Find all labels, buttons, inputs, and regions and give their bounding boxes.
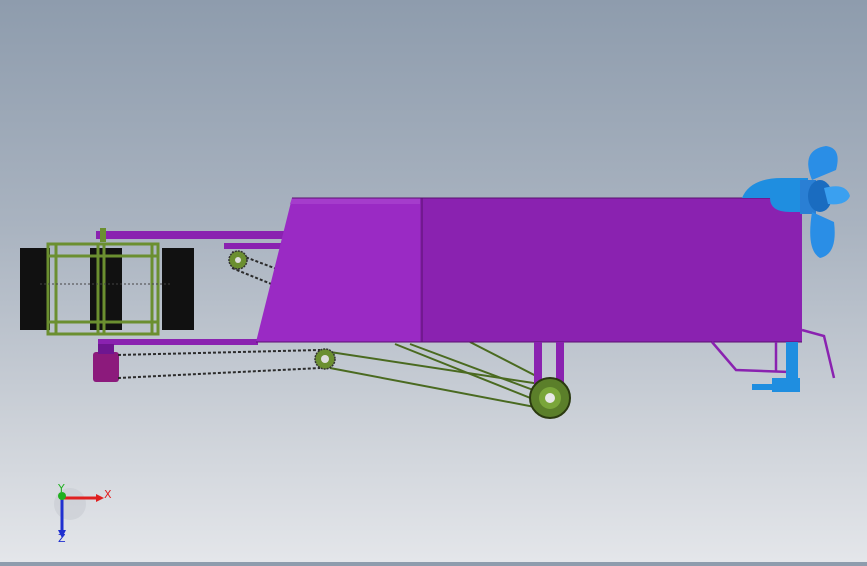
upper-arm[interactable] <box>96 228 288 249</box>
hull-front-section[interactable] <box>256 198 424 342</box>
rear-pulley-assembly[interactable] <box>529 342 571 419</box>
coordinate-triad: X Y Z <box>54 482 112 545</box>
lower-arm[interactable] <box>98 339 258 345</box>
paddle-wheel-assembly[interactable] <box>20 242 194 336</box>
propeller[interactable] <box>808 146 850 258</box>
middle-sprocket[interactable] <box>314 348 336 370</box>
hull-main-box[interactable] <box>420 198 802 342</box>
front-sprocket[interactable] <box>228 250 248 270</box>
y-axis-label: Y <box>57 482 65 495</box>
x-axis-label: X <box>104 488 112 501</box>
paddle-blade <box>90 248 122 330</box>
model-canvas[interactable]: X Y Z <box>0 0 867 562</box>
transmission-belt[interactable] <box>329 341 561 409</box>
z-axis-label: Z <box>58 532 66 545</box>
paddle-blade <box>162 248 194 330</box>
paddle-blade <box>20 248 50 330</box>
3d-model-viewport[interactable]: X Y Z <box>0 0 867 562</box>
paddle-frame <box>46 242 160 336</box>
motor-block[interactable] <box>93 352 119 382</box>
